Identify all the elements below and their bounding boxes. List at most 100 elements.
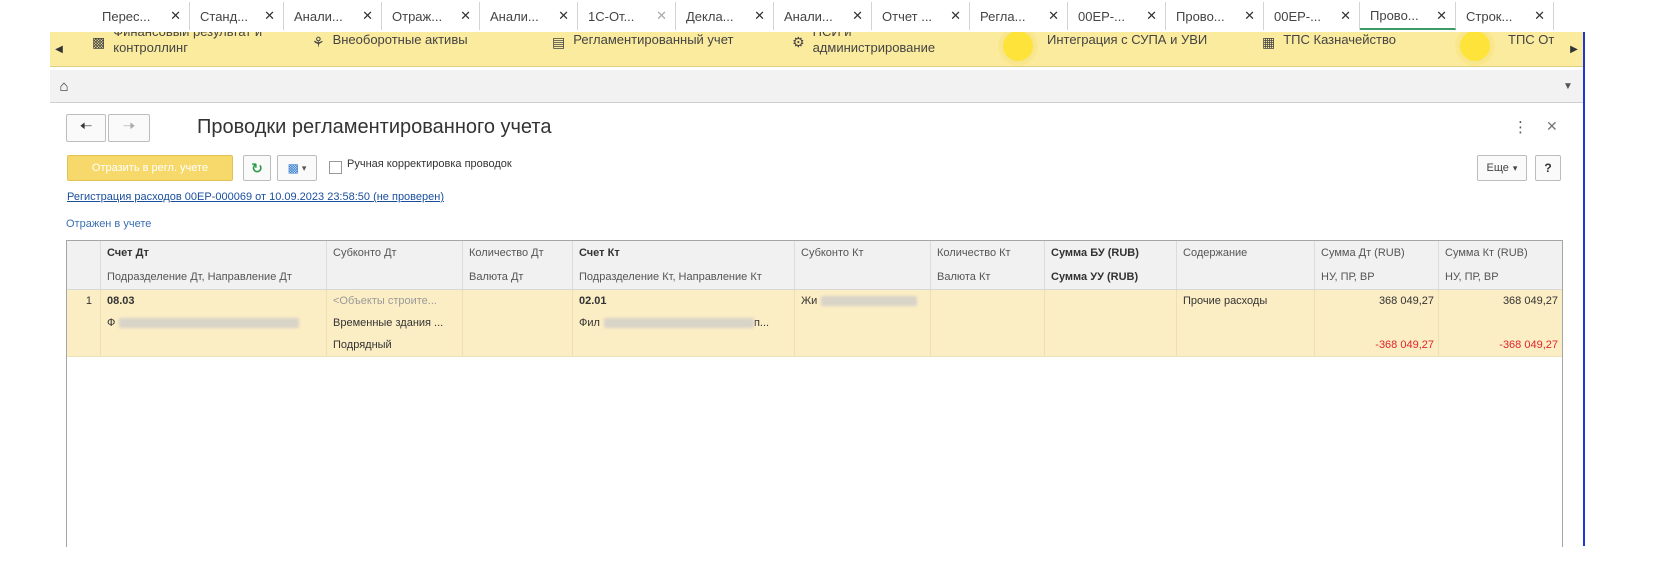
currency-dt-cell[interactable]: [463, 312, 573, 334]
manual-correction-checkbox[interactable]: [329, 161, 342, 174]
column-header[interactable]: [795, 265, 931, 289]
tab-item[interactable]: Строк... ✕: [1456, 2, 1554, 30]
sections-scroll-left[interactable]: ◀: [50, 32, 68, 66]
structure-menu-button[interactable]: ▩ ▾: [277, 155, 317, 181]
subconto-dt-cell[interactable]: <Объекты строите...: [327, 290, 463, 312]
back-button[interactable]: 🠠: [66, 114, 106, 142]
close-form-icon[interactable]: ✕: [1546, 118, 1558, 135]
section-financial-result[interactable]: ▩ Финансовый результат и контроллинг: [92, 32, 278, 56]
column-header[interactable]: Валюта Кт: [931, 265, 1045, 289]
sections-scroll-right[interactable]: ▶: [1565, 32, 1583, 66]
sum-dt-tax-cell[interactable]: -368 049,27: [1315, 334, 1439, 356]
section-regulated-accounting[interactable]: ▤ Регламентированный учет: [552, 32, 773, 50]
forward-button[interactable]: 🠢: [108, 114, 150, 142]
more-button[interactable]: Еще ▾: [1477, 155, 1527, 181]
column-header[interactable]: Количество Кт: [931, 241, 1045, 265]
tab-item[interactable]: Станд... ✕: [190, 2, 284, 30]
tab-item[interactable]: Отчет ... ✕: [872, 2, 970, 30]
column-header[interactable]: НУ, ПР, ВР: [1315, 265, 1439, 289]
quantity-kt-cell[interactable]: [931, 290, 1045, 312]
close-icon[interactable]: ✕: [170, 8, 181, 24]
close-icon[interactable]: ✕: [754, 8, 765, 24]
subconto-kt-cell[interactable]: Жи: [795, 290, 931, 312]
sum-kt-cell[interactable]: 368 049,27: [1439, 290, 1562, 312]
content-cell[interactable]: [1177, 312, 1315, 334]
column-header[interactable]: Счет Дт: [101, 241, 327, 265]
quantity-dt-cell[interactable]: [463, 290, 573, 312]
column-header[interactable]: Подразделение Дт, Направление Дт: [101, 265, 327, 289]
column-header[interactable]: Подразделение Кт, Направление Кт: [573, 265, 795, 289]
sum-kt-cell[interactable]: [1439, 312, 1562, 334]
close-icon[interactable]: ✕: [264, 8, 275, 24]
document-link[interactable]: Регистрация расходов 00ЕР-000069 от 10.0…: [67, 191, 444, 203]
dept-dt-cell[interactable]: [101, 334, 327, 356]
dept-kt-cell[interactable]: [573, 334, 795, 356]
column-header[interactable]: Субконто Кт: [795, 241, 931, 265]
currency-kt-cell[interactable]: [931, 334, 1045, 356]
table-row[interactable]: Подрядный -368 049,27 -368 049,27: [67, 334, 1562, 357]
close-icon[interactable]: ✕: [1340, 8, 1351, 24]
section-tps-ot[interactable]: ТПС От: [1508, 32, 1568, 48]
tabs-dropdown-icon[interactable]: ▼: [1555, 72, 1581, 100]
tab-item[interactable]: Прово... ✕: [1166, 2, 1264, 30]
column-header[interactable]: Сумма Дт (RUB): [1315, 241, 1439, 265]
tab-item-active[interactable]: Прово... ✕: [1360, 2, 1456, 30]
table-row[interactable]: 1 08.03 <Объекты строите... 02.01 Жи Про…: [67, 290, 1562, 313]
column-header[interactable]: НУ, ПР, ВР: [1439, 265, 1562, 289]
tab-item[interactable]: Декла... ✕: [676, 2, 774, 30]
close-icon[interactable]: ✕: [656, 8, 667, 24]
column-header[interactable]: [1177, 265, 1315, 289]
currency-dt-cell[interactable]: [463, 334, 573, 356]
tab-item[interactable]: Анали... ✕: [480, 2, 578, 30]
content-cell[interactable]: Прочие расходы: [1177, 290, 1315, 312]
close-icon[interactable]: ✕: [1146, 8, 1157, 24]
tab-item[interactable]: Отраж... ✕: [382, 2, 480, 30]
tab-item[interactable]: 00ЕР-... ✕: [1264, 2, 1360, 30]
sum-dt-cell[interactable]: [1315, 312, 1439, 334]
close-icon[interactable]: ✕: [558, 8, 569, 24]
close-icon[interactable]: ✕: [362, 8, 373, 24]
sum-dt-cell[interactable]: 368 049,27: [1315, 290, 1439, 312]
section-fixed-assets[interactable]: ⚘ Внеоборотные активы: [312, 32, 493, 50]
section-integration[interactable]: Интеграция с СУПА и УВИ: [1047, 32, 1227, 48]
close-icon[interactable]: ✕: [1048, 8, 1059, 24]
subconto-dt-cell[interactable]: Временные здания ...: [327, 312, 463, 334]
column-header[interactable]: Валюта Дт: [463, 265, 573, 289]
dept-dt-cell[interactable]: Ф: [101, 312, 327, 334]
currency-kt-cell[interactable]: [931, 312, 1045, 334]
sum-uu-cell[interactable]: [1045, 312, 1177, 334]
tab-item[interactable]: Регла... ✕: [970, 2, 1068, 30]
account-kt-cell[interactable]: 02.01: [573, 290, 795, 312]
kebab-menu-icon[interactable]: ⋮: [1513, 118, 1528, 136]
section-treasury[interactable]: ▦ ТПС Казначейство: [1262, 32, 1423, 50]
tab-item[interactable]: Перес... ✕: [92, 2, 190, 30]
column-header[interactable]: Содержание: [1177, 241, 1315, 265]
subconto-dt-cell[interactable]: Подрядный: [327, 334, 463, 356]
column-header[interactable]: Сумма БУ (RUB): [1045, 241, 1177, 265]
table-row[interactable]: Ф Временные здания ... Фил п...: [67, 312, 1562, 335]
tab-item[interactable]: Анали... ✕: [774, 2, 872, 30]
tab-item[interactable]: 1С-От... ✕: [578, 2, 676, 30]
column-header[interactable]: Количество Дт: [463, 241, 573, 265]
subconto-kt-cell[interactable]: [795, 334, 931, 356]
sum-kt-tax-cell[interactable]: -368 049,27: [1439, 334, 1562, 356]
close-icon[interactable]: ✕: [852, 8, 863, 24]
account-dt-cell[interactable]: 08.03: [101, 290, 327, 312]
section-nsi-admin[interactable]: ⚙ НСИ и администрирование: [792, 32, 963, 56]
sum-bu-cell[interactable]: [1045, 290, 1177, 312]
tab-item[interactable]: 00ЕР-... ✕: [1068, 2, 1166, 30]
column-header[interactable]: Сумма УУ (RUB): [1045, 265, 1177, 289]
close-icon[interactable]: ✕: [1244, 8, 1255, 24]
close-icon[interactable]: ✕: [1534, 8, 1545, 24]
tab-item[interactable]: Анали... ✕: [284, 2, 382, 30]
refresh-button[interactable]: ↻: [243, 155, 271, 181]
help-button[interactable]: ?: [1535, 155, 1561, 181]
home-icon[interactable]: ⌂: [50, 72, 78, 100]
reflect-in-accounting-button[interactable]: Отразить в регл. учете: [67, 155, 233, 181]
close-icon[interactable]: ✕: [1436, 8, 1447, 24]
close-icon[interactable]: ✕: [460, 8, 471, 24]
column-header[interactable]: Счет Кт: [573, 241, 795, 265]
content-cell[interactable]: [1177, 334, 1315, 356]
dept-kt-cell[interactable]: Фил п...: [573, 312, 795, 334]
column-header[interactable]: Сумма Кт (RUB): [1439, 241, 1562, 265]
